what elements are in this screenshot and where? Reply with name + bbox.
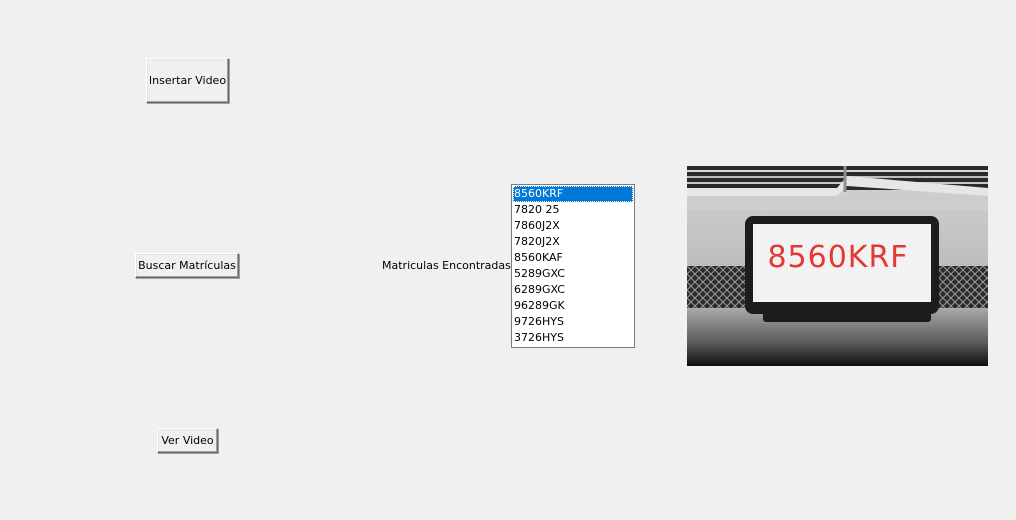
view-video-button[interactable]: Ver Video [157, 428, 218, 453]
plate-list-item[interactable]: 8560KRF [513, 186, 633, 202]
plate-preview-image: 8560KRF [687, 166, 988, 366]
plate-list-item[interactable]: 7860J2X [513, 218, 633, 234]
plate-list-item[interactable]: 9726HYS [513, 314, 633, 330]
plate-list-item[interactable]: 7820J2X [513, 234, 633, 250]
plate-number-text: 8560KRF [767, 240, 909, 275]
found-plates-label: Matriculas Encontradas: [382, 259, 515, 272]
plate-list-item[interactable]: 6289GXC [513, 282, 633, 298]
plate-list-item[interactable]: 3726HYS [513, 330, 633, 346]
search-plates-button[interactable]: Buscar Matrículas [135, 253, 239, 278]
plate-list-item[interactable]: 8560KAF [513, 250, 633, 266]
plate-list-item[interactable]: 7820 25 [513, 202, 633, 218]
insert-video-button[interactable]: Insertar Video [146, 58, 229, 103]
plate-list-item[interactable]: 5289GXC [513, 266, 633, 282]
found-plates-listbox[interactable]: 8560KRF 7820 25 7860J2X 7820J2X 8560KAF 5289G… [511, 184, 635, 348]
plate-list-item[interactable]: 96289GK [513, 298, 633, 314]
